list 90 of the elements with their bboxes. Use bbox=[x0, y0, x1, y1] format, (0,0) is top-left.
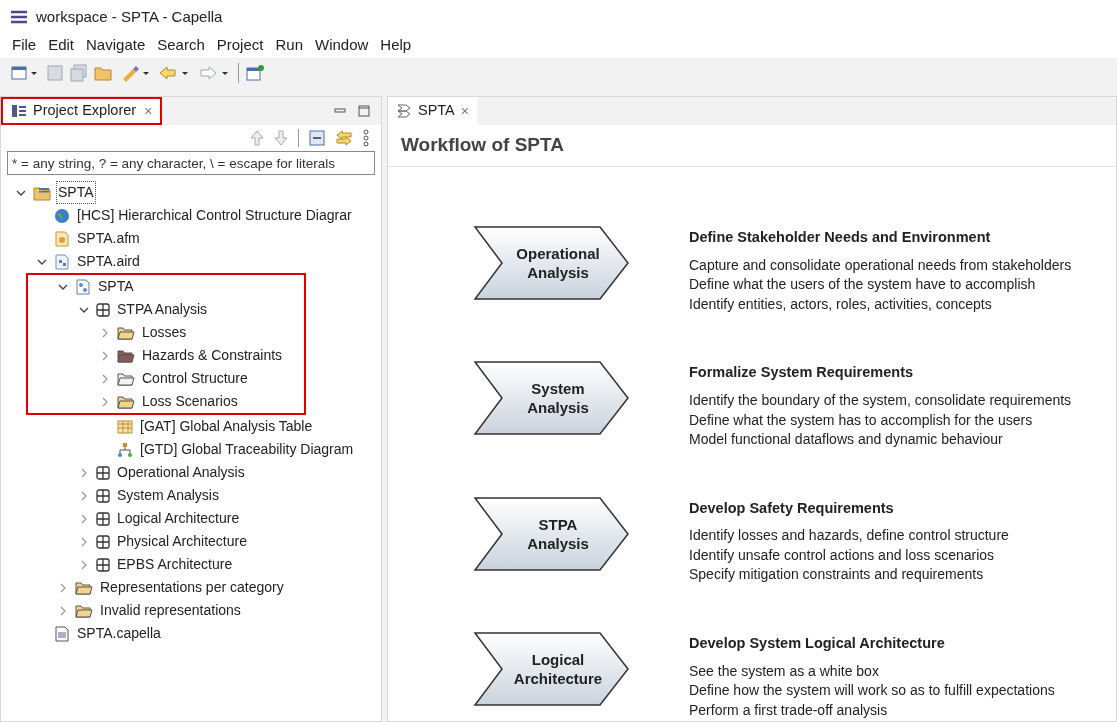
hierarchy-icon bbox=[117, 441, 133, 458]
explorer-icon bbox=[11, 104, 27, 118]
menu-item[interactable]: Project bbox=[216, 33, 264, 57]
step-description: Specify mitigation constraints and requirements bbox=[689, 565, 985, 585]
tree-item[interactable]: Control Structure bbox=[141, 368, 249, 389]
chevron-right-icon[interactable] bbox=[79, 559, 89, 570]
tree-item[interactable]: [HCS] Hierarchical Control Structure Diagrar bbox=[76, 205, 353, 226]
tree-item[interactable]: SPTA.capella bbox=[76, 623, 162, 644]
step-description: Model functional dataflows and dynamic behaviour bbox=[689, 430, 1004, 449]
tree-item[interactable]: System Analysis bbox=[116, 485, 220, 506]
grid-icon bbox=[96, 511, 110, 526]
document-icon bbox=[54, 230, 70, 247]
new-icon[interactable] bbox=[10, 64, 40, 82]
menu-item[interactable]: Edit bbox=[48, 33, 75, 57]
chevron-right-icon[interactable] bbox=[100, 350, 110, 361]
filter-field[interactable]: * = any string, ? = any character, \ = escape for literals bbox=[7, 151, 375, 175]
step-description: Define what the system has to accomplish for the users bbox=[689, 410, 1034, 430]
diagram-file-icon bbox=[54, 253, 70, 270]
menu-item[interactable]: Run bbox=[275, 33, 303, 57]
maximize-icon[interactable] bbox=[357, 104, 371, 118]
tree-item[interactable]: SPTA.afm bbox=[76, 228, 141, 249]
more-options-icon[interactable] bbox=[363, 129, 369, 147]
tree-item[interactable]: EPBS Architecture bbox=[116, 554, 234, 575]
step-description: Define how the system will work so as to fulfill expectations bbox=[689, 681, 1055, 700]
down-arrow-icon[interactable] bbox=[274, 130, 288, 146]
save-all-icon[interactable] bbox=[70, 64, 88, 82]
tree-item[interactable]: Hazards & Constraints bbox=[141, 345, 284, 366]
tree-item[interactable]: Operational Analysis bbox=[116, 462, 246, 483]
step-description: Perform a first trade-off analysis bbox=[689, 700, 889, 720]
table-icon bbox=[117, 419, 133, 434]
tree-item[interactable]: STPA Analysis bbox=[116, 299, 208, 320]
chevron-right-icon[interactable] bbox=[58, 605, 68, 616]
tree-item[interactable]: SPTA bbox=[57, 182, 95, 203]
close-tab-button[interactable]: × bbox=[144, 100, 153, 122]
workflow-icon bbox=[396, 103, 412, 119]
menu-item[interactable]: File bbox=[12, 33, 37, 57]
step-description: Identify unsafe control actions and loss scenarios bbox=[689, 545, 996, 565]
tree-item[interactable]: SPTA.aird bbox=[76, 251, 141, 272]
chevron-right-icon[interactable] bbox=[100, 396, 110, 407]
menu-item[interactable]: Navigate bbox=[86, 33, 146, 57]
step-heading: Define Stakeholder Needs and Environment bbox=[689, 228, 992, 247]
open-folder-icon[interactable] bbox=[94, 64, 114, 82]
grid-icon bbox=[96, 302, 110, 317]
up-arrow-icon[interactable] bbox=[250, 130, 264, 146]
tree-item[interactable]: Representations per category bbox=[99, 577, 285, 598]
collapse-all-icon[interactable] bbox=[309, 130, 325, 146]
grid-icon bbox=[96, 488, 110, 503]
project-explorer-tab[interactable]: Project Explorer × bbox=[1, 97, 163, 125]
chevron-right-icon[interactable] bbox=[58, 582, 68, 593]
grid-icon bbox=[96, 557, 110, 572]
step-description: Capture and consolidate operational needs from stakeholders bbox=[689, 255, 1072, 275]
step-heading: Formalize System Requirements bbox=[689, 363, 915, 383]
open-perspective-icon[interactable] bbox=[245, 64, 265, 82]
chevron-right-icon[interactable] bbox=[100, 327, 110, 338]
step-heading: Develop Safety Requirements bbox=[689, 498, 895, 518]
menu-item[interactable]: Window bbox=[315, 33, 369, 57]
tree-item[interactable]: Logical Architecture bbox=[116, 508, 241, 529]
tree-item[interactable]: SPTA bbox=[97, 276, 135, 297]
chevron-right-icon[interactable] bbox=[100, 373, 110, 384]
step-description: Identify entities, actors, roles, activities, concepts bbox=[689, 294, 993, 314]
chevron-right-icon[interactable] bbox=[79, 490, 89, 501]
project-folder-icon bbox=[33, 184, 51, 201]
window-title: workspace - SPTA - Capella bbox=[36, 6, 223, 27]
tree-item[interactable]: [GTD] Global Traceability Diagram bbox=[139, 439, 355, 460]
chevron-right-icon[interactable] bbox=[79, 513, 89, 524]
grid-icon bbox=[96, 534, 110, 549]
close-tab-button[interactable]: × bbox=[460, 100, 469, 122]
globe-icon bbox=[54, 207, 70, 224]
menu-item[interactable]: Search bbox=[157, 33, 205, 57]
step-description: Identify the boundary of the system, consolidate requirements bbox=[689, 391, 1072, 410]
step-description: Define what the users of the system have to accomplish bbox=[689, 275, 1037, 295]
editor-tab[interactable]: SPTA × bbox=[388, 97, 477, 125]
grid-icon bbox=[96, 465, 110, 480]
file-icon bbox=[54, 625, 70, 642]
step-description: See the system as a white box bbox=[689, 661, 880, 681]
step-heading: Develop System Logical Architecture bbox=[689, 633, 946, 653]
step-description: Identify losses and hazards, define control structure bbox=[689, 526, 1009, 546]
tree-item[interactable]: Losses bbox=[141, 322, 188, 343]
tree-item[interactable]: Invalid representations bbox=[99, 600, 242, 621]
tree-item[interactable]: Physical Architecture bbox=[116, 531, 248, 552]
chevron-right-icon[interactable] bbox=[79, 536, 89, 547]
chevron-right-icon[interactable] bbox=[79, 467, 89, 478]
save-icon[interactable] bbox=[46, 64, 64, 82]
tree-item[interactable]: Loss Scenarios bbox=[141, 391, 239, 412]
app-icon bbox=[10, 10, 28, 24]
model-icon bbox=[75, 278, 91, 295]
editor-title: Workflow of SPTA bbox=[401, 133, 564, 158]
menu-item[interactable]: Help bbox=[380, 33, 412, 57]
link-arrows-icon[interactable] bbox=[335, 130, 353, 146]
tree-item[interactable]: [GAT] Global Analysis Table bbox=[139, 416, 314, 437]
